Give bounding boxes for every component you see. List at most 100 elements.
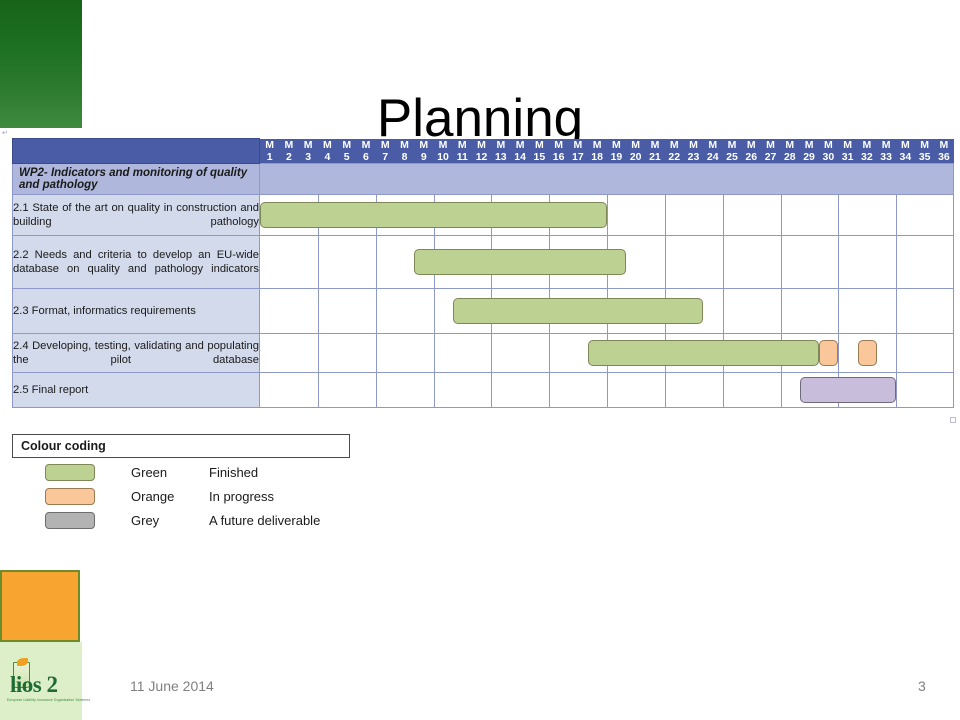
gantt-header-corner	[12, 138, 260, 164]
month-header-27: M 27	[760, 138, 781, 163]
gantt-gridline	[607, 194, 608, 235]
gantt-gridline	[896, 288, 898, 333]
month-header-30: M 30	[818, 138, 838, 163]
gantt-gridline	[549, 372, 551, 407]
gantt-gridline	[549, 333, 551, 372]
month-header-6: M6	[356, 138, 376, 163]
month-header-4: M4	[317, 138, 338, 163]
month-header-7: M7	[375, 138, 395, 163]
elios-logo: lios 2 European Liability Insurance Orga…	[4, 658, 90, 710]
workpackage-label: WP2- Indicators and monitoring of qualit…	[12, 162, 260, 195]
logo-text: lios 2	[10, 672, 58, 697]
month-header-32: M 32	[857, 138, 877, 163]
legend-row: Grey A future deliverable	[12, 511, 350, 530]
month-header-36: M 36	[934, 138, 954, 163]
gantt-header: M 1 M 2 M 3 M 4 M 5 M 6 M 7 M 8 M 9 M 10 M 11 M 12 M 13 M 14 M 15 M 16 M…	[12, 138, 954, 164]
legend-swatch-grey	[45, 512, 95, 529]
legend-colour-name: Green	[131, 465, 168, 480]
gantt-gridline	[722, 194, 724, 235]
month-header-28: M 28	[780, 138, 800, 163]
legend-colour-name: Grey	[131, 513, 160, 528]
month-header-12: M 12	[471, 138, 492, 163]
month-header-17: M 17	[568, 138, 588, 163]
gantt-gridline	[838, 288, 840, 333]
task-timeline-track	[258, 287, 955, 334]
legend-swatch-orange	[45, 488, 95, 505]
decoration-orange-block	[0, 570, 80, 642]
gantt-task-row: 2.5 Final report	[12, 371, 955, 408]
month-header-18: M 18	[587, 138, 607, 163]
gantt-gridline	[375, 372, 377, 407]
gantt-gridline	[317, 333, 319, 372]
gantt-gridline	[375, 235, 377, 288]
task-timeline-track	[258, 332, 955, 373]
gantt-gridline	[722, 372, 724, 407]
gantt-body: WP2- Indicators and monitoring of qualit…	[12, 162, 955, 408]
task-label: 2.5 Final report	[12, 371, 260, 408]
gantt-header-row: M 1 M 2 M 3 M 4 M 5 M 6 M 7 M 8 M 9 M 10 M 11 M 12 M 13 M 14 M 15 M 16 M…	[12, 138, 954, 164]
legend-colour-name: Orange	[131, 489, 175, 504]
footer-page-number: 3	[918, 678, 926, 694]
task-timeline-track	[258, 371, 955, 408]
gantt-gridline	[780, 194, 782, 235]
gantt-bar-purple[interactable]	[799, 376, 897, 403]
gantt-gridline	[722, 288, 724, 333]
gantt-gridline	[896, 333, 898, 372]
workpackage-band	[258, 162, 955, 195]
legend-colour-desc: Finished	[209, 465, 259, 480]
month-header-13: M 13	[491, 138, 511, 163]
month-header-15: M 15	[529, 138, 549, 163]
month-header-29: M 29	[799, 138, 819, 163]
month-header-25: M 25	[722, 138, 742, 163]
gantt-task-row: 2.3 Format, informatics requirements	[12, 287, 955, 334]
gantt-bar-green[interactable]	[260, 201, 607, 228]
gantt-bar-orange[interactable]	[857, 339, 877, 366]
gantt-gridline	[317, 372, 319, 407]
gantt-task-row: 2.4 Developing, testing, validating and …	[12, 332, 955, 373]
slide-canvas: ↵ Planning M 1 M 2 M 3 M 4 M 5 M 6 M 7 M 8 M 9 M 10 M 11 M 12 M 1…	[0, 0, 960, 720]
gantt-bar-orange[interactable]	[819, 339, 839, 366]
gantt-gridline	[780, 235, 782, 288]
month-header-11: M 11	[452, 138, 472, 163]
gantt-gridline	[896, 235, 898, 288]
gantt-gridline	[896, 372, 898, 407]
workpackage-row: WP2- Indicators and monitoring of qualit…	[12, 162, 955, 195]
gantt-bar-green[interactable]	[587, 339, 820, 366]
table-resize-handle[interactable]	[950, 417, 956, 423]
month-header-3: M3	[298, 138, 318, 163]
month-header-10: M 10	[433, 138, 453, 163]
logo-subtitle: European Liability Insurance Organisatio…	[7, 698, 91, 702]
task-label: 2.3 Format, informatics requirements	[12, 287, 260, 334]
gantt-gridline	[780, 372, 782, 407]
legend-row: Green Finished	[12, 463, 350, 482]
gantt-gridline	[491, 372, 493, 407]
month-header-23: M 23	[683, 138, 704, 163]
month-header-8: M8	[394, 138, 415, 163]
legend-colour-desc: A future deliverable	[209, 513, 321, 528]
gantt-gridline	[433, 288, 435, 333]
month-header-26: M 26	[741, 138, 761, 163]
month-header-1: M1	[259, 138, 280, 163]
legend-rows: Green Finished Orange In progress Grey A futu…	[12, 463, 350, 530]
gantt-gridline	[317, 288, 319, 333]
month-header-33: M 33	[876, 138, 896, 163]
month-header-16: M 16	[548, 138, 569, 163]
gantt-gridline	[491, 333, 493, 372]
month-header-31: M 31	[837, 138, 858, 163]
task-label: 2.2 Needs and criteria to develop an EU-…	[12, 234, 260, 289]
gantt-gridline	[375, 333, 377, 372]
gantt-bar-green[interactable]	[452, 297, 704, 324]
task-label: 2.4 Developing, testing, validating and …	[12, 332, 260, 373]
gantt-gridline	[664, 194, 666, 235]
gantt-task-row: 2.2 Needs and criteria to develop an EU-…	[12, 234, 955, 289]
task-timeline-track	[258, 193, 955, 236]
legend-title: Colour coding	[12, 434, 350, 458]
gantt-gridline	[838, 333, 840, 372]
gantt-bar-green[interactable]	[414, 248, 627, 275]
month-header-5: M5	[337, 138, 357, 163]
task-label: 2.1 State of the art on quality in const…	[12, 193, 260, 236]
gantt-gridline	[838, 235, 840, 288]
legend-swatch-green	[45, 464, 95, 481]
month-header-35: M 35	[915, 138, 935, 163]
gantt-gridline	[664, 372, 666, 407]
